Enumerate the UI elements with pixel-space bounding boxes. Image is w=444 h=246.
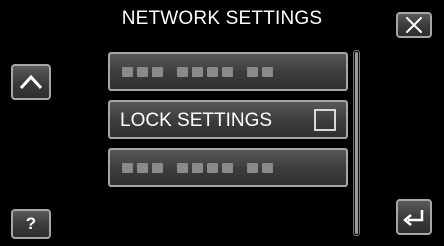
close-button[interactable] [396,12,432,38]
help-icon: ? [25,214,37,233]
menu-item-disabled-1 [108,52,348,91]
help-button[interactable]: ? [11,209,51,239]
lock-settings-label: LOCK SETTINGS [120,110,273,131]
obscured-label [122,67,273,77]
lock-settings-checkbox[interactable] [314,109,336,131]
back-button[interactable] [396,199,432,235]
menu-item-disabled-2 [108,148,348,187]
return-arrow-icon [403,210,424,226]
page-title: NETWORK SETTINGS [121,8,323,29]
close-icon [406,17,422,33]
scroll-up-button[interactable] [11,64,51,100]
scrollbar[interactable] [353,50,360,236]
menu-item-lock-settings[interactable]: LOCK SETTINGS [108,100,348,139]
network-settings-screen: NETWORK SETTINGS LOCK SETTINGS ? [0,0,444,246]
obscured-label [122,163,273,173]
scrollbar-thumb[interactable] [355,52,358,234]
chevron-up-icon [19,74,43,90]
